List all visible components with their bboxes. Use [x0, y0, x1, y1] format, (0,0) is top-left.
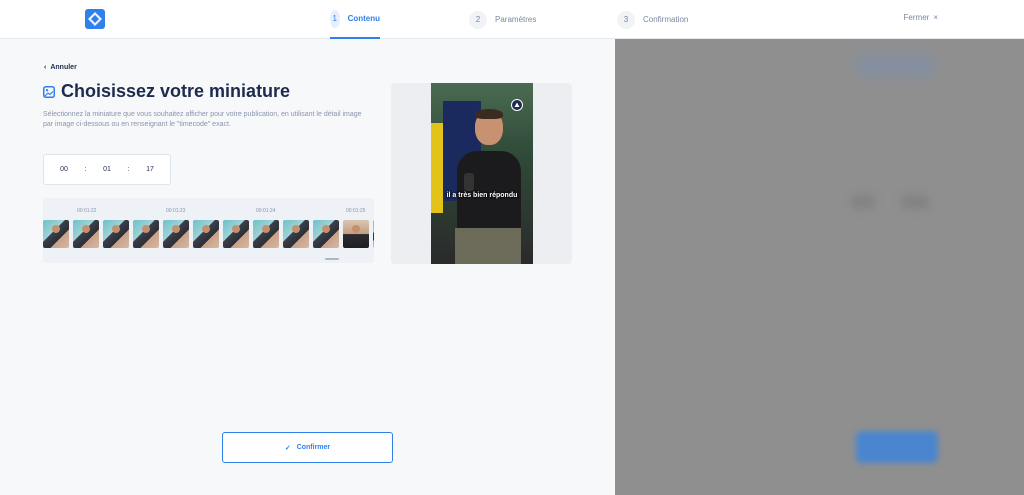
blurred-element: [901, 195, 929, 209]
step-label: Confirmation: [643, 15, 689, 24]
step-label: Paramètres: [495, 15, 537, 24]
frame-thumbnail[interactable]: [223, 220, 249, 248]
timecode-separator: :: [84, 166, 87, 173]
timeline-tick: 00:01:24: [256, 208, 276, 214]
timeline-scrollbar[interactable]: [325, 258, 339, 260]
app-logo-icon[interactable]: [85, 9, 105, 29]
timecode-minutes[interactable]: 01: [97, 166, 117, 173]
brand-badge-icon: [511, 99, 523, 111]
step-parametres[interactable]: 2 Paramètres: [469, 0, 536, 39]
timecode-input[interactable]: 00 : 01 : 17: [43, 154, 171, 185]
frame-thumbnail[interactable]: [253, 220, 279, 248]
video-preview: il a très bien répondu: [431, 83, 533, 264]
back-link[interactable]: ‹ Annuler: [44, 64, 77, 71]
timecode-hours[interactable]: 00: [54, 166, 74, 173]
frame-thumbnail[interactable]: [103, 220, 129, 248]
timeline-tick: 00:01:22: [77, 208, 97, 214]
frame-thumbnail[interactable]: [193, 220, 219, 248]
frame-thumbnail[interactable]: [343, 220, 369, 248]
timeline-tick: 00:01:25: [346, 208, 366, 214]
step-number: 2: [469, 10, 487, 29]
chevron-left-icon: ‹: [44, 64, 47, 71]
top-bar: 1 Contenu 2 Paramètres 3 Confirmation Fe…: [0, 0, 1024, 39]
frame-thumbnail[interactable]: [73, 220, 99, 248]
step-number: 3: [617, 10, 635, 29]
disabled-overlay-panel: [615, 39, 1024, 495]
description: Sélectionnez la miniature que vous souha…: [43, 111, 362, 128]
step-number: 1: [330, 9, 340, 28]
blurred-button: [856, 431, 938, 463]
frame-thumbnail[interactable]: [133, 220, 159, 248]
thumbnail-panel: ‹ Annuler Choisissez votre miniature Sél…: [0, 39, 615, 495]
timecode-separator: :: [127, 166, 130, 173]
blurred-element: [851, 195, 875, 209]
page-title: Choisissez votre miniature: [61, 81, 291, 101]
person-body: [457, 151, 521, 231]
confirm-label: Confirmer: [296, 444, 331, 451]
frame-thumbnail[interactable]: [283, 220, 309, 248]
timeline-tick: 00:01:23: [166, 208, 186, 214]
background-banner: [431, 123, 443, 213]
step-contenu[interactable]: 1 Contenu: [330, 0, 380, 39]
back-label: Annuler: [50, 64, 77, 71]
image-icon: [43, 85, 55, 98]
frame-thumbnail[interactable]: [373, 220, 374, 248]
close-icon: ×: [933, 13, 938, 22]
page-title-row: Choisissez votre miniature: [43, 81, 290, 102]
person-hair: [475, 109, 503, 119]
person-legs: [455, 228, 521, 264]
step-confirmation[interactable]: 3 Confirmation: [617, 0, 688, 39]
check-icon: ✓: [284, 444, 291, 452]
frame-list: [43, 220, 374, 248]
frame-thumbnail[interactable]: [163, 220, 189, 248]
frame-thumbnail[interactable]: [313, 220, 339, 248]
microphone: [464, 173, 474, 191]
step-label: Contenu: [347, 14, 380, 23]
timeline-ticks: 00:01:22 00:01:23 00:01:24 00:01:25: [43, 208, 374, 218]
close-button[interactable]: Fermer ×: [904, 13, 938, 22]
video-caption: il a très bien répondu: [446, 192, 518, 199]
confirm-button[interactable]: ✓ Confirmer: [222, 432, 393, 463]
close-label: Fermer: [903, 13, 930, 22]
frame-timeline[interactable]: 00:01:22 00:01:23 00:01:24 00:01:25: [43, 198, 374, 263]
timecode-seconds[interactable]: 17: [140, 166, 160, 173]
blurred-element: [855, 55, 935, 77]
frame-thumbnail[interactable]: [43, 220, 69, 248]
